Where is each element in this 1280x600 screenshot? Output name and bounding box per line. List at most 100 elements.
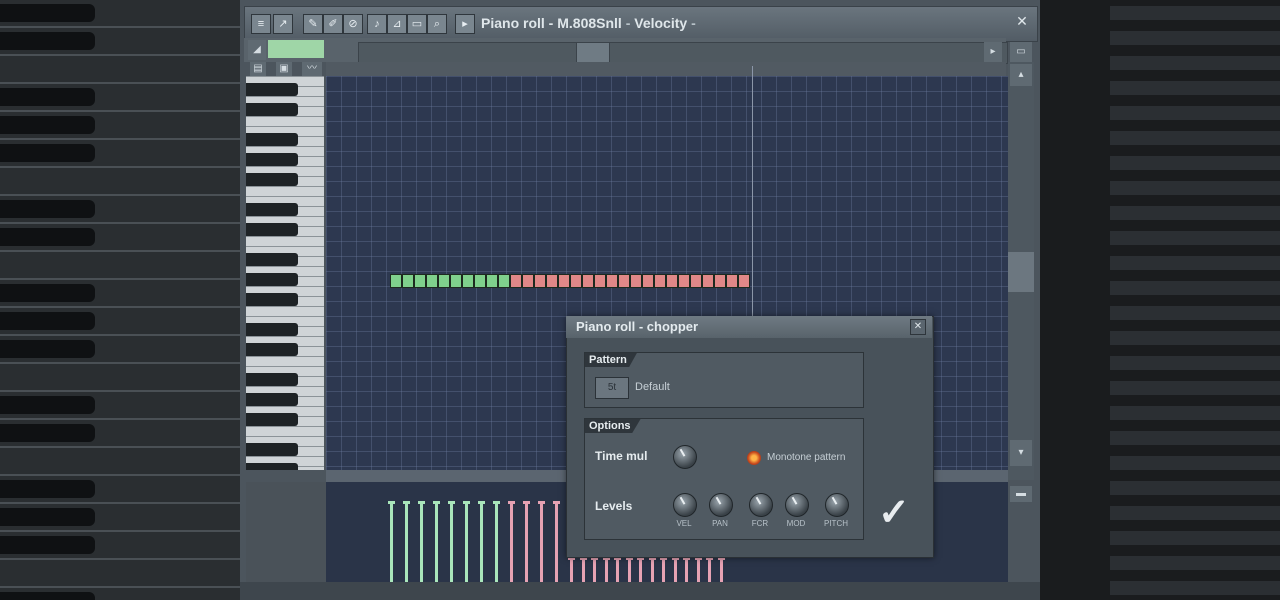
black-key[interactable] [246,343,298,356]
accept-check-icon[interactable]: ✓ [878,490,910,535]
velocity-bar[interactable] [405,504,408,582]
note-block[interactable] [582,274,594,288]
arrow-icon[interactable]: ↗ [273,14,293,34]
scroll-down-icon[interactable]: ▾ [1010,440,1032,466]
velocity-bar[interactable] [650,560,654,582]
select-icon[interactable]: ▭ [407,14,427,34]
black-key[interactable] [246,103,298,116]
note-block[interactable] [642,274,654,288]
velocity-bar[interactable] [510,504,513,582]
velocity-bar[interactable] [673,560,677,582]
black-key[interactable] [246,323,298,336]
black-key[interactable] [246,203,298,216]
velocity-bar[interactable] [570,560,573,582]
velocity-bar[interactable] [390,504,393,582]
pencil-icon[interactable]: ✎ [303,14,323,34]
note-block[interactable] [390,274,402,288]
note-block[interactable] [414,274,426,288]
level-knob-pitch[interactable] [825,493,849,517]
velocity-bar[interactable] [616,560,619,582]
pattern-select-button[interactable]: 5t [595,377,629,399]
note-block[interactable] [558,274,570,288]
note-block[interactable] [666,274,678,288]
velocity-bar[interactable] [465,504,468,582]
black-key[interactable] [246,253,298,266]
window-toggle-icon[interactable]: ▭ [1010,42,1032,62]
black-key[interactable] [246,223,298,236]
vertical-scroll-thumb[interactable] [1008,252,1034,292]
velocity-bar[interactable] [525,504,528,582]
black-key[interactable] [246,273,298,286]
velocity-bar[interactable] [708,560,711,582]
note-block[interactable] [498,274,510,288]
velocity-bar[interactable] [581,560,585,582]
note-block[interactable] [714,274,726,288]
note-block[interactable] [546,274,558,288]
note-block[interactable] [630,274,642,288]
velocity-bar[interactable] [435,504,438,582]
black-key[interactable] [246,83,298,96]
velocity-bar[interactable] [696,560,700,582]
note-block[interactable] [702,274,714,288]
scroll-right-icon[interactable]: ▸ [984,42,1002,62]
velocity-bar[interactable] [662,560,665,582]
velocity-bar[interactable] [627,560,631,582]
velocity-bar[interactable] [639,560,642,582]
velocity-bar[interactable] [555,504,558,582]
black-key[interactable] [246,153,298,166]
note-block[interactable] [654,274,666,288]
black-key[interactable] [246,133,298,146]
zoom-icon[interactable]: ⌕ [427,14,447,34]
note-block[interactable] [726,274,738,288]
timeline-ruler[interactable] [326,62,1006,76]
slice-icon[interactable]: ⊿ [387,14,407,34]
snap-icon[interactable]: ◢ [248,40,266,60]
note-block[interactable] [522,274,534,288]
note-block[interactable] [462,274,474,288]
note-block[interactable] [426,274,438,288]
horizontal-scrollbar[interactable] [358,42,1008,64]
note-block[interactable] [606,274,618,288]
velocity-bar[interactable] [420,504,423,582]
pattern-marker[interactable] [268,40,324,58]
window-title[interactable]: Piano roll - M.808Snll - Velocity - [481,15,696,31]
horizontal-scroll-thumb[interactable] [576,42,610,64]
black-key[interactable] [246,413,298,426]
note-block[interactable] [438,274,450,288]
delete-icon[interactable]: ⊘ [343,14,363,34]
monotone-toggle[interactable] [747,451,761,465]
level-knob-fcr[interactable] [749,493,773,517]
black-key[interactable] [246,173,298,186]
tool-c-icon[interactable]: 〰 [302,62,322,76]
black-key[interactable] [246,443,298,456]
black-key[interactable] [246,373,298,386]
black-key[interactable] [246,293,298,306]
black-key[interactable] [246,393,298,406]
scroll-up-icon[interactable]: ▴ [1010,64,1032,86]
chopper-dialog-titlebar[interactable]: Piano roll - chopper ✕ [566,316,932,338]
velocity-bar[interactable] [685,560,688,582]
level-knob-vel[interactable] [673,493,697,517]
note-block[interactable] [594,274,606,288]
note-block[interactable] [402,274,414,288]
lane-resize-icon[interactable]: ▬ [1010,486,1032,502]
level-knob-mod[interactable] [785,493,809,517]
tool-b-icon[interactable]: ▣ [276,62,292,76]
note-block[interactable] [450,274,462,288]
note-block[interactable] [690,274,702,288]
note-block[interactable] [738,274,750,288]
velocity-bar[interactable] [593,560,596,582]
velocity-bar[interactable] [604,560,608,582]
close-icon[interactable]: ✕ [1013,12,1031,30]
velocity-bar[interactable] [719,560,723,582]
note-block[interactable] [510,274,522,288]
velocity-bar[interactable] [495,504,498,582]
note-block[interactable] [570,274,582,288]
brush-icon[interactable]: ✐ [323,14,343,34]
note-block[interactable] [486,274,498,288]
piano-keyboard[interactable] [246,76,324,470]
note-block[interactable] [618,274,630,288]
black-key[interactable] [246,463,298,470]
velocity-bar[interactable] [540,504,543,582]
time-mul-knob[interactable] [673,445,697,469]
